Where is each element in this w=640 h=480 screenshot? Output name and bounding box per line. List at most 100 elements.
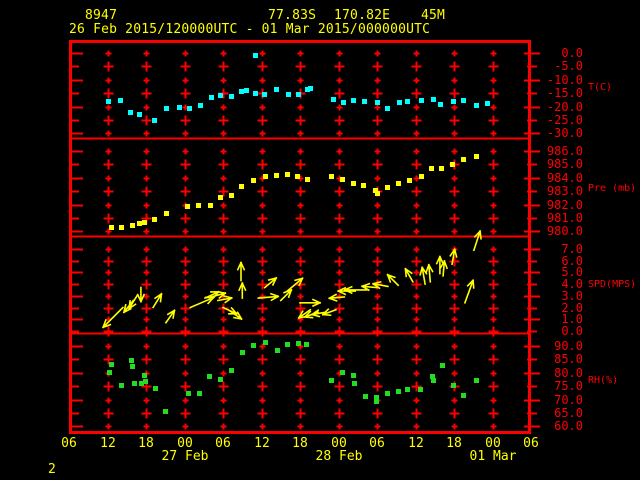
wind-arrow: [236, 261, 246, 282]
data-point: [253, 53, 258, 58]
data-point: [340, 370, 345, 375]
data-point: [474, 103, 479, 108]
data-point: [385, 106, 390, 111]
data-point: [419, 174, 424, 179]
station-latitude: 77.83S: [268, 8, 317, 23]
pressure-series: [109, 154, 479, 230]
wind-arrow: [463, 279, 475, 304]
data-point: [251, 343, 256, 348]
data-point: [197, 391, 202, 396]
wind-arrow: [101, 306, 125, 329]
x-hour-label: 06: [215, 436, 231, 451]
data-point: [128, 110, 133, 115]
y-tick-label: 85.0: [554, 352, 583, 366]
data-point: [352, 381, 357, 386]
data-point: [164, 106, 169, 111]
temperature-series: [106, 53, 490, 123]
data-point: [274, 173, 279, 178]
data-point: [439, 166, 444, 171]
data-point: [305, 177, 310, 182]
panel-label-pressure: Pre (mb): [588, 183, 637, 194]
data-point: [229, 368, 234, 373]
data-point: [351, 181, 356, 186]
data-point: [351, 373, 356, 378]
y-tick-label: 0.0: [561, 46, 583, 60]
y-tick-label: 60.0: [554, 419, 583, 433]
data-point: [362, 99, 367, 104]
y-tick-label: -25.0: [546, 113, 583, 127]
data-point: [385, 185, 390, 190]
data-point: [375, 191, 380, 196]
data-point: [363, 394, 368, 399]
data-point: [137, 221, 142, 226]
y-tick-label: -5.0: [554, 59, 583, 73]
y-tick-label: 90.0: [554, 339, 583, 353]
data-point: [285, 342, 290, 347]
data-point: [106, 99, 111, 104]
data-point: [296, 341, 301, 346]
data-point: [152, 118, 157, 123]
station-elevation: 45M: [421, 8, 446, 23]
edge-ticks: [72, 52, 540, 428]
data-point: [187, 106, 192, 111]
data-point: [263, 174, 268, 179]
wind-arrow: [127, 294, 139, 310]
data-point: [405, 387, 410, 392]
data-point: [396, 389, 401, 394]
data-point: [185, 204, 190, 209]
data-point: [119, 383, 124, 388]
data-point: [429, 166, 434, 171]
y-tick-label: 70.0: [554, 393, 583, 407]
wind-arrow: [263, 276, 278, 289]
data-point: [405, 99, 410, 104]
data-point: [407, 178, 412, 183]
station-id: 8947: [85, 8, 118, 23]
data-point: [438, 102, 443, 107]
wind-arrow: [386, 273, 400, 287]
data-point: [240, 350, 245, 355]
wind-arrow: [136, 286, 146, 303]
data-point: [153, 386, 158, 391]
data-point: [253, 91, 258, 96]
y-tick-label: 984.0: [546, 171, 583, 185]
data-point: [118, 98, 123, 103]
data-point: [263, 340, 268, 345]
data-point: [331, 97, 336, 102]
data-point: [351, 98, 356, 103]
data-point: [450, 162, 455, 167]
wind-arrow: [299, 298, 322, 308]
data-point: [207, 374, 212, 379]
data-point: [461, 98, 466, 103]
data-point: [329, 378, 334, 383]
data-point: [474, 154, 479, 159]
panel-label-temperature: T(C): [588, 82, 613, 93]
data-point: [143, 379, 148, 384]
data-point: [375, 100, 380, 105]
relative_humidity-series: [107, 340, 479, 414]
data-point: [474, 378, 479, 383]
data-point: [208, 203, 213, 208]
data-point: [340, 177, 345, 182]
data-point: [485, 101, 490, 106]
data-point: [329, 174, 334, 179]
y-tick-label: 981.0: [546, 211, 583, 225]
wind-arrow: [419, 266, 428, 286]
data-point: [177, 105, 182, 110]
x-date-label: 28 Feb: [315, 449, 363, 464]
data-point: [239, 184, 244, 189]
meteogram-screen: 8947 77.83S 170.82E 45M 26 Feb 2015/1200…: [0, 0, 640, 480]
y-tick-label: 65.0: [554, 406, 583, 420]
data-point: [304, 342, 309, 347]
panel-label-humidity: RH(%): [588, 375, 619, 386]
y-tick-label: -30.0: [546, 126, 583, 140]
wind-arrow: [151, 292, 163, 309]
x-date-label: 01 Mar: [469, 449, 517, 464]
wind-arrow: [238, 282, 247, 299]
data-point: [218, 93, 223, 98]
page-number: 2: [48, 462, 57, 477]
y-tick-label: 986.0: [546, 144, 583, 158]
data-point: [132, 381, 137, 386]
data-point: [218, 377, 223, 382]
data-point: [274, 87, 279, 92]
y-tick-label: -10.0: [546, 73, 583, 87]
